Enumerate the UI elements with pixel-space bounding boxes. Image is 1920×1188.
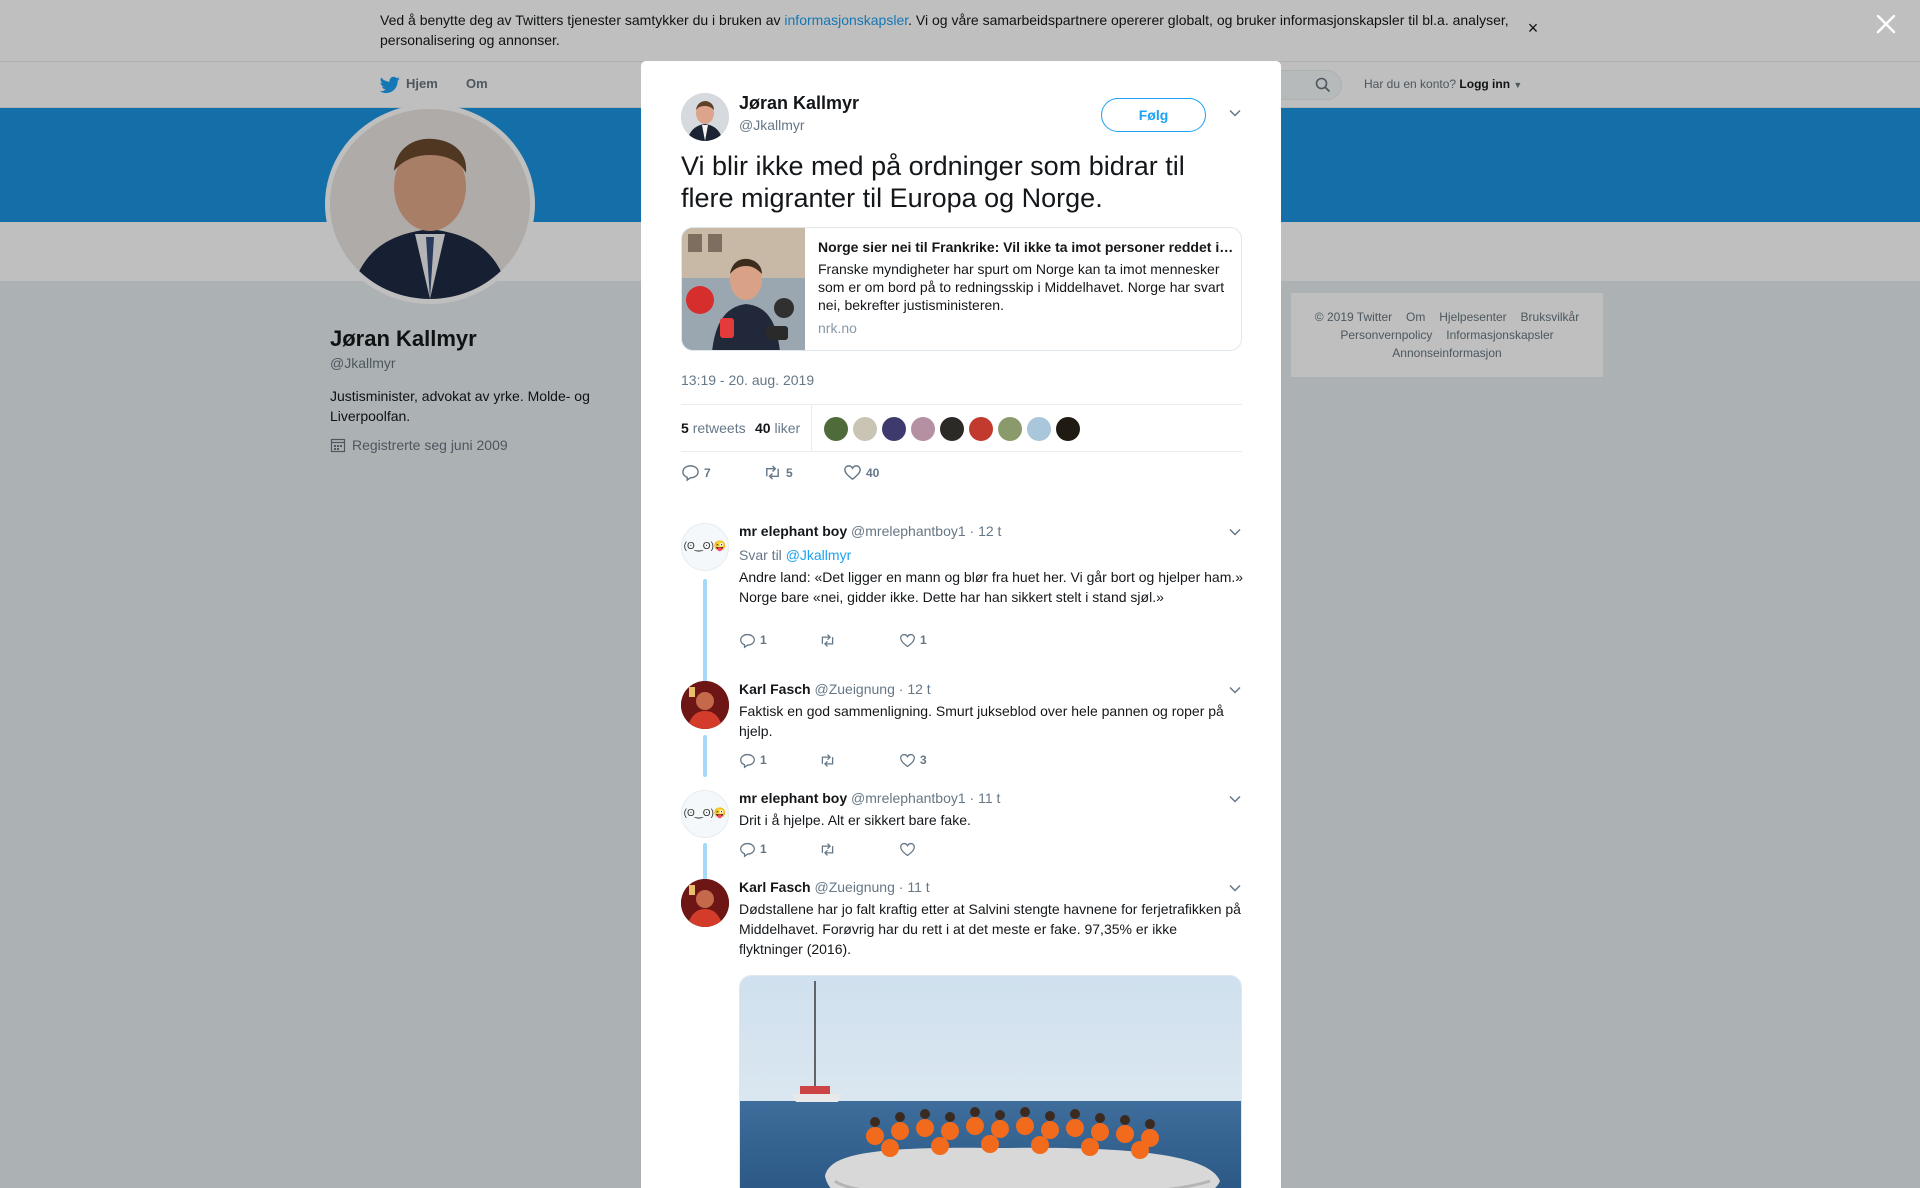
reply-text: Andre land: «Det ligger en mann og blør … (739, 569, 1244, 605)
reply-actions: 1 (739, 840, 1039, 862)
author-avatar[interactable] (681, 93, 729, 141)
reply-text: Drit i å hjelpe. Alt er sikkert bare fak… (739, 812, 971, 828)
retweets-stat[interactable]: 5 retweets (681, 420, 746, 436)
link-card[interactable]: Norge sier nei til Frankrike: Vil ikke t… (681, 227, 1242, 351)
tweet-permalink-modal: Jøran Kallmyr @Jkallmyr Følg Vi blir ikk… (641, 61, 1281, 1188)
retweet-action[interactable] (819, 751, 840, 773)
reply-author-name[interactable]: Karl Fasch (739, 681, 811, 697)
tweet-timestamp[interactable]: 13:19 - 20. aug. 2019 (681, 372, 814, 388)
reply-time[interactable]: · 12 t (899, 681, 931, 697)
tweet-actions: 7 5 40 (681, 463, 1242, 487)
retweet-action[interactable] (819, 840, 840, 862)
chevron-down-icon[interactable] (1228, 525, 1242, 539)
reply-author-handle[interactable]: @Zueignung (814, 681, 894, 697)
reply-header: mr elephant boy @mrelephantboy1 · 11 t (739, 790, 1000, 806)
card-thumbnail (682, 228, 805, 350)
likes-stat[interactable]: 40 liker (755, 420, 800, 436)
stats-divider (811, 405, 812, 452)
reply-avatar[interactable]: (ʘ‿ʘ)😜 (681, 523, 729, 571)
reply-author-name[interactable]: mr elephant boy (739, 790, 847, 806)
close-icon[interactable] (1874, 12, 1898, 36)
reply-author-handle[interactable]: @mrelephantboy1 (851, 790, 966, 806)
reply-header: mr elephant boy @mrelephantboy1 · 12 t (739, 523, 1001, 539)
reply-action[interactable]: 1 (739, 631, 767, 653)
retweet-icon (821, 842, 834, 856)
card-description: Franske myndigheter har spurt om Norge k… (818, 261, 1225, 313)
reply-tweet[interactable]: Karl Fasch @Zueignung · 11 t Dødstallene… (681, 879, 1242, 1188)
reply-time[interactable]: · 11 t (899, 879, 930, 895)
like-action[interactable]: 40 (843, 463, 879, 485)
reply-to-handle[interactable]: @Jkallmyr (786, 547, 852, 563)
reply-author-name[interactable]: Karl Fasch (739, 879, 811, 895)
reply-actions: 1 1 (739, 631, 1039, 653)
chevron-down-icon[interactable] (1228, 881, 1242, 895)
author-handle[interactable]: @Jkallmyr (739, 117, 805, 133)
author-photo (681, 93, 729, 141)
like-action[interactable]: 1 (899, 631, 927, 653)
reply-header: Karl Fasch @Zueignung · 11 t (739, 879, 930, 895)
reply-tweet[interactable]: Karl Fasch @Zueignung · 12 t Faktisk en … (681, 681, 1242, 791)
liker-avatar[interactable] (911, 417, 935, 441)
reply-author-handle[interactable]: @Zueignung (814, 879, 894, 895)
reply-text: Dødstallene har jo falt kraftig etter at… (739, 901, 1241, 957)
tweet-text: Vi blir ikke med på ordninger som bidrar… (681, 151, 1185, 213)
liker-avatar[interactable] (940, 417, 964, 441)
reply-to-line: Svar til @Jkallmyr (739, 547, 852, 563)
retweet-icon (821, 753, 834, 767)
reply-icon (740, 753, 755, 769)
liker-avatar[interactable] (882, 417, 906, 441)
reply-action[interactable]: 1 (739, 751, 767, 773)
reply-avatar[interactable]: (ʘ‿ʘ)😜 (681, 790, 729, 838)
reply-action[interactable]: 7 (681, 463, 711, 485)
chevron-down-icon[interactable] (1228, 106, 1242, 120)
reply-action[interactable]: 1 (739, 840, 767, 862)
liker-avatar[interactable] (1027, 417, 1051, 441)
like-action[interactable] (899, 840, 920, 862)
retweet-action[interactable]: 5 (763, 463, 793, 485)
card-title: Norge sier nei til Frankrike: Vil ikke t… (818, 239, 1234, 255)
reply-icon (740, 842, 755, 858)
reply-tweet[interactable]: (ʘ‿ʘ)😜 mr elephant boy @mrelephantboy1 ·… (681, 790, 1242, 870)
reply-avatar[interactable] (681, 879, 729, 927)
reply-author-handle[interactable]: @mrelephantboy1 (851, 523, 966, 539)
liker-avatar[interactable] (824, 417, 848, 441)
author-name[interactable]: Jøran Kallmyr (739, 93, 859, 114)
heart-icon (900, 842, 915, 857)
chevron-down-icon[interactable] (1228, 683, 1242, 697)
retweet-action[interactable] (819, 631, 840, 653)
reply-time[interactable]: · 11 t (970, 790, 1001, 806)
heart-icon (900, 753, 915, 768)
tweet-stats: 5 retweets 40 liker (681, 404, 1242, 452)
reply-author-name[interactable]: mr elephant boy (739, 523, 847, 539)
liker-avatar[interactable] (1056, 417, 1080, 441)
liker-avatar[interactable] (853, 417, 877, 441)
liker-avatar[interactable] (998, 417, 1022, 441)
follow-button[interactable]: Følg (1101, 98, 1206, 132)
heart-icon (900, 633, 915, 648)
retweet-icon (821, 633, 834, 647)
reply-avatar[interactable] (681, 681, 729, 729)
heart-icon[interactable] (843, 463, 862, 482)
reply-actions: 1 3 (739, 751, 1039, 773)
reply-time[interactable]: · 12 t (970, 523, 1002, 539)
card-domain: nrk.no (818, 320, 857, 336)
like-action[interactable]: 3 (899, 751, 927, 773)
retweet-icon[interactable] (763, 463, 782, 482)
reply-icon (740, 633, 755, 649)
reply-icon[interactable] (681, 463, 700, 482)
reply-text: Faktisk en god sammenligning. Smurt juks… (739, 703, 1224, 739)
liker-avatar[interactable] (969, 417, 993, 441)
reply-header: Karl Fasch @Zueignung · 12 t (739, 681, 931, 697)
reply-media-image[interactable] (739, 975, 1242, 1188)
chevron-down-icon[interactable] (1228, 792, 1242, 806)
